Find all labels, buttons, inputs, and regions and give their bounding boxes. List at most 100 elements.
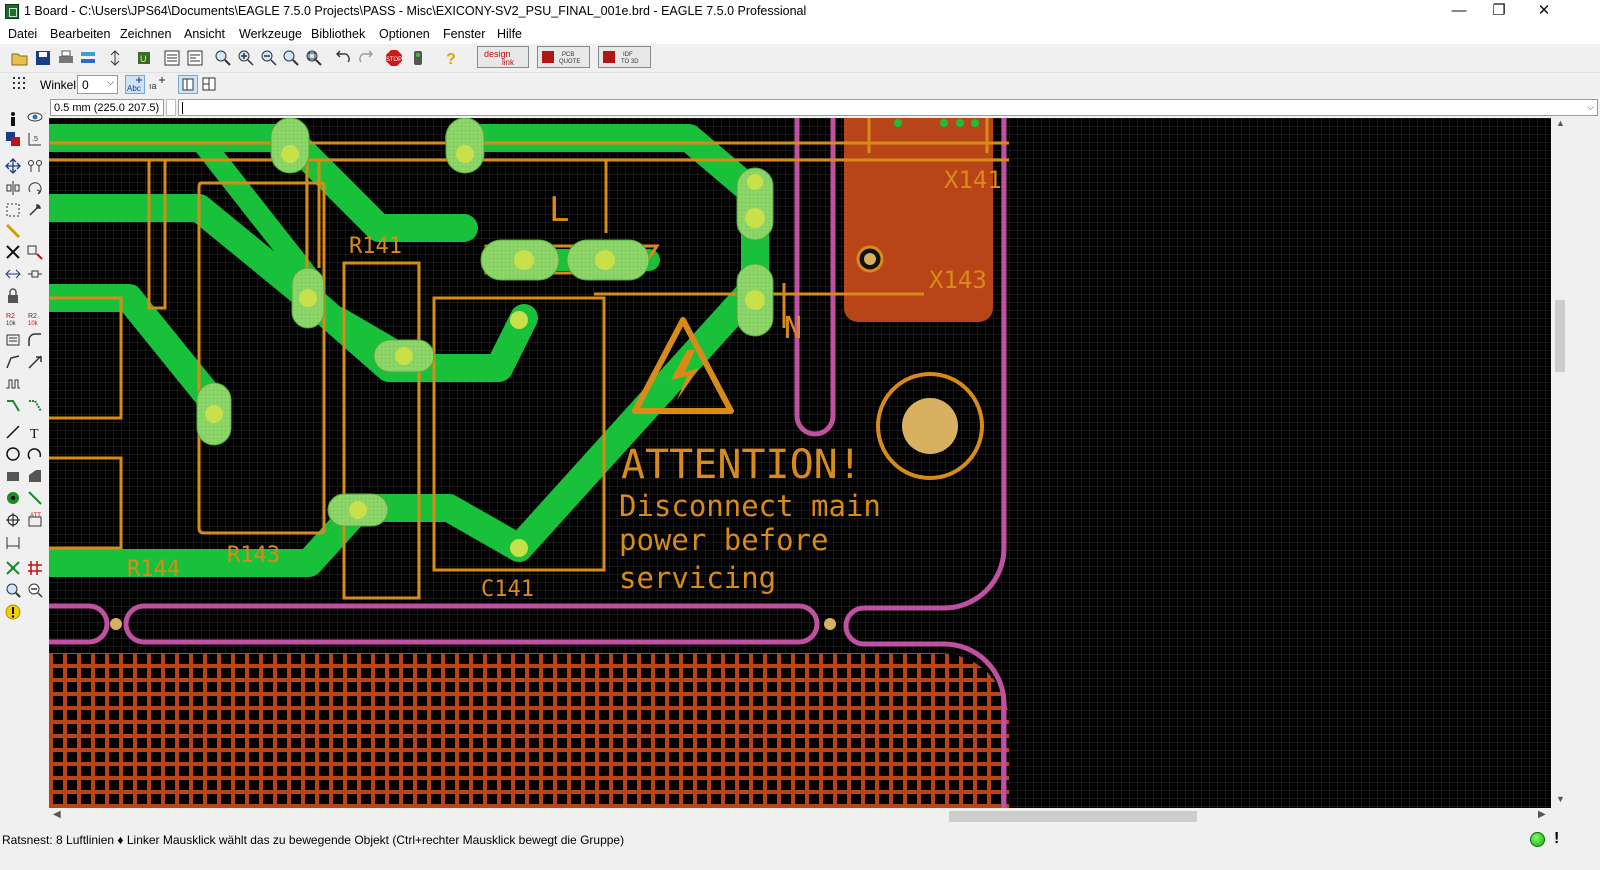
route-icon[interactable] bbox=[5, 398, 21, 414]
label-x141: X141 bbox=[944, 166, 1002, 194]
sch-brd-switch-icon[interactable] bbox=[106, 49, 124, 67]
miter-icon[interactable] bbox=[27, 332, 43, 348]
warning-line-1: Disconnect main bbox=[619, 489, 881, 523]
show-eye-icon[interactable] bbox=[27, 109, 43, 125]
ripup-icon[interactable] bbox=[27, 398, 43, 414]
drc-icon[interactable] bbox=[27, 582, 43, 598]
go-icon[interactable] bbox=[409, 49, 427, 67]
ratsnest-icon[interactable] bbox=[5, 560, 21, 576]
close-button[interactable]: ✕ bbox=[1521, 0, 1567, 24]
vertical-scroll-thumb[interactable] bbox=[1555, 300, 1565, 372]
vertical-scrollbar[interactable]: ▲ ▼ bbox=[1552, 118, 1568, 808]
replace-icon[interactable] bbox=[27, 266, 43, 282]
scroll-up-icon[interactable]: ▲ bbox=[1556, 118, 1565, 128]
copy-icon[interactable] bbox=[27, 158, 43, 174]
horizontal-scrollbar[interactable]: ◀ ▶ bbox=[49, 808, 1552, 825]
pcb-quote-button[interactable]: PCB QUOTE bbox=[537, 46, 590, 68]
delete-icon[interactable] bbox=[5, 244, 21, 260]
menu-optionen[interactable]: Optionen bbox=[379, 27, 430, 41]
pinswap-icon[interactable] bbox=[5, 266, 21, 282]
meander-icon[interactable] bbox=[5, 376, 21, 392]
label-c141: C141 bbox=[481, 577, 534, 602]
menu-bibliothek[interactable]: Bibliothek bbox=[311, 27, 365, 41]
zoom-out-icon[interactable] bbox=[260, 49, 278, 67]
scroll-down-icon[interactable]: ▼ bbox=[1556, 794, 1565, 804]
menu-werkzeuge[interactable]: Werkzeuge bbox=[239, 27, 302, 41]
name-icon[interactable]: R210k bbox=[5, 310, 21, 326]
menu-zeichnen[interactable]: Zeichnen bbox=[120, 27, 171, 41]
coordinate-display: 0.5 mm (225.0 207.5) bbox=[50, 99, 164, 116]
redo-icon[interactable] bbox=[357, 49, 375, 67]
circle-icon[interactable] bbox=[5, 446, 21, 462]
display-layers-icon[interactable] bbox=[5, 131, 21, 147]
group-icon[interactable] bbox=[5, 202, 21, 218]
scroll-left-icon[interactable]: ◀ bbox=[53, 809, 61, 820]
optimize-icon[interactable] bbox=[27, 354, 43, 370]
zoom-select-icon[interactable] bbox=[305, 49, 323, 67]
horizontal-scroll-thumb[interactable] bbox=[949, 811, 1197, 822]
change-wrench-icon[interactable] bbox=[27, 202, 43, 218]
winkel-select[interactable]: 0 ⌵ bbox=[77, 75, 118, 94]
layout-option-1-button[interactable] bbox=[178, 75, 198, 94]
label-r143: R143 bbox=[227, 543, 280, 568]
value-icon[interactable]: R210k bbox=[27, 310, 43, 326]
chevron-down-icon[interactable]: ⌵ bbox=[1587, 102, 1594, 113]
arc-icon[interactable] bbox=[27, 446, 43, 462]
undo-icon[interactable] bbox=[334, 49, 352, 67]
wire-icon[interactable] bbox=[5, 424, 21, 440]
paste-icon[interactable] bbox=[5, 223, 21, 239]
help-icon[interactable]: ? bbox=[442, 49, 460, 67]
menu-hilfe[interactable]: Hilfe bbox=[497, 27, 522, 41]
text-caret bbox=[182, 102, 183, 114]
grid-icon[interactable] bbox=[12, 76, 28, 92]
save-icon[interactable] bbox=[34, 49, 52, 67]
split-icon[interactable] bbox=[5, 354, 21, 370]
print-icon[interactable] bbox=[57, 49, 75, 67]
stop-icon[interactable]: STOP bbox=[385, 49, 403, 67]
script-icon[interactable] bbox=[163, 49, 181, 67]
mirror-icon[interactable] bbox=[5, 180, 21, 196]
signal-icon[interactable] bbox=[27, 490, 43, 506]
info-icon[interactable] bbox=[5, 111, 21, 127]
idf-to-3d-button[interactable]: IDF TO 3D bbox=[598, 46, 651, 68]
cam-processor-icon[interactable] bbox=[79, 49, 97, 67]
ulp-icon[interactable]: U bbox=[135, 49, 153, 67]
command-line-input[interactable]: ⌵ bbox=[178, 99, 1598, 116]
mark-icon[interactable]: .5 bbox=[27, 131, 43, 147]
ulp-run-icon[interactable] bbox=[186, 49, 204, 67]
add-icon[interactable] bbox=[27, 244, 43, 260]
design-link-button[interactable]: design link bbox=[477, 46, 529, 68]
move-icon[interactable] bbox=[5, 158, 21, 174]
scroll-right-icon[interactable]: ▶ bbox=[1538, 809, 1546, 820]
dimension-icon[interactable] bbox=[5, 534, 21, 550]
mounting-hole-pad bbox=[902, 398, 958, 454]
menu-fenster[interactable]: Fenster bbox=[443, 27, 485, 41]
menu-ansicht[interactable]: Ansicht bbox=[184, 27, 225, 41]
menu-bearbeiten[interactable]: Bearbeiten bbox=[50, 27, 110, 41]
mirror-text-icon[interactable]: ıa bbox=[148, 76, 166, 92]
zoom-redraw-icon[interactable] bbox=[282, 49, 300, 67]
zoom-fit-icon[interactable] bbox=[214, 49, 232, 67]
menu-datei[interactable]: Datei bbox=[8, 27, 37, 41]
layout-option-2-icon[interactable] bbox=[201, 76, 217, 92]
text-icon[interactable]: T bbox=[27, 424, 43, 440]
polygon-icon[interactable] bbox=[27, 468, 43, 484]
rectangle-icon[interactable] bbox=[5, 468, 21, 484]
attribute-icon[interactable]: ATT bbox=[27, 512, 43, 528]
hole-icon[interactable] bbox=[5, 512, 21, 528]
board-canvas[interactable]: L R141 X141 X143 N R143 R144 C141 ATTENT… bbox=[49, 118, 1551, 808]
erc-icon[interactable] bbox=[5, 582, 21, 598]
label-r144: R144 bbox=[127, 557, 180, 582]
rotate-icon[interactable] bbox=[27, 180, 43, 196]
svg-text:?: ? bbox=[446, 51, 456, 67]
stop-command-icon[interactable]: ! bbox=[1554, 830, 1559, 848]
open-icon[interactable] bbox=[11, 49, 29, 67]
auto-route-icon[interactable] bbox=[27, 560, 43, 576]
text-orientation-button[interactable]: Abc bbox=[125, 75, 145, 94]
lock-icon[interactable] bbox=[5, 288, 21, 304]
zoom-in-icon[interactable] bbox=[237, 49, 255, 67]
errors-icon[interactable] bbox=[5, 604, 21, 620]
maximize-button[interactable]: ❐ bbox=[1476, 0, 1522, 24]
via-icon[interactable] bbox=[5, 490, 21, 506]
smash-icon[interactable] bbox=[5, 332, 21, 348]
